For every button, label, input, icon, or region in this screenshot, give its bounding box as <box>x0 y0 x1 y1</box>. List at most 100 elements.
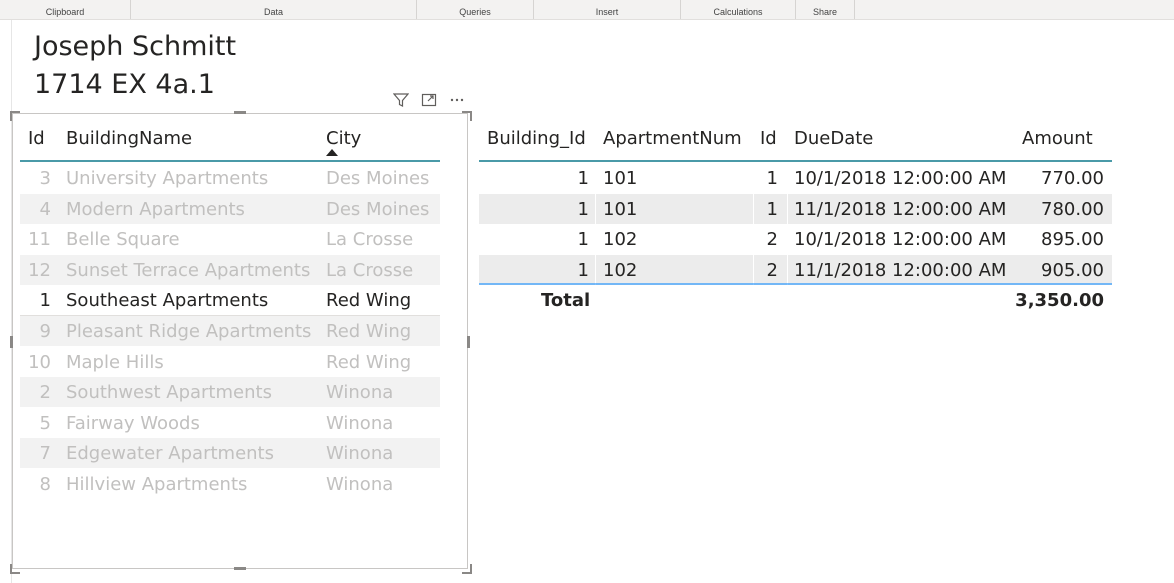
column-separator <box>595 193 596 224</box>
cell-building-name: Fairway Woods <box>66 412 200 434</box>
ribbon-group-share[interactable]: Share <box>796 0 855 19</box>
cell-city: Des Moines <box>326 168 430 189</box>
resize-handle-left[interactable] <box>10 336 13 348</box>
cell-id: 11 <box>28 229 51 251</box>
column-separator <box>787 254 788 285</box>
column-separator <box>753 163 754 193</box>
table-row[interactable]: 7 Edgewater Apartments Winona <box>20 438 440 469</box>
cell-id: 4 <box>39 198 51 220</box>
cell-id: 7 <box>39 443 51 465</box>
header-underline <box>20 160 440 162</box>
dues-table: Building_Id ApartmentNum Id DueDate Amou… <box>479 116 1112 336</box>
ribbon-group-labels: Clipboard Data Queries Insert Calculatio… <box>0 0 1174 20</box>
cell-due-date: 10/1/2018 12:00:00 AM <box>794 229 1007 250</box>
cell-building-name: Maple Hills <box>66 351 164 373</box>
cell-city: Winona <box>326 412 394 434</box>
filter-icon[interactable] <box>392 92 410 108</box>
total-label: Total <box>541 290 591 311</box>
table-row[interactable]: 1 102 2 10/1/2018 12:00:00 AM 895.00 <box>479 224 1112 254</box>
resize-handle-bottom-left[interactable] <box>10 564 20 574</box>
header-underline <box>479 160 1112 162</box>
cell-id: 5 <box>39 412 51 434</box>
table-row[interactable]: 5 Fairway Woods Winona <box>20 408 440 438</box>
column-separator <box>753 224 754 254</box>
table-row[interactable]: 10 Maple Hills Red Wing <box>20 347 440 377</box>
column-header-id[interactable]: Id <box>28 116 45 156</box>
cell-id: 10 <box>28 351 51 373</box>
cell-amount: 770.00 <box>1041 168 1104 189</box>
buildings-table: Id BuildingName City 3 University Apartme… <box>20 116 440 496</box>
resize-handle-top[interactable] <box>234 111 246 114</box>
report-title-exercise: 1714 EX 4a.1 <box>34 69 215 100</box>
cell-amount: 895.00 <box>1041 229 1104 250</box>
cell-city: Winona <box>326 443 394 465</box>
cell-building-id: 1 <box>577 229 589 250</box>
cell-amount: 905.00 <box>1041 259 1104 281</box>
resize-handle-right[interactable] <box>467 336 470 348</box>
cell-id: 3 <box>39 168 51 189</box>
ribbon-group-data[interactable]: Data <box>131 0 417 19</box>
cell-building-name: Modern Apartments <box>66 198 245 220</box>
ribbon-group-clipboard[interactable]: Clipboard <box>0 0 131 19</box>
column-separator <box>753 193 754 224</box>
table-row[interactable]: 4 Modern Apartments Des Moines <box>20 193 440 224</box>
cell-apartment-num: 101 <box>603 198 638 220</box>
cell-building-name: Sunset Terrace Apartments <box>66 259 311 281</box>
cell-due-date: 11/1/2018 12:00:00 AM <box>794 198 1007 220</box>
cell-apartment-num: 101 <box>603 168 638 189</box>
column-header-amount[interactable]: Amount <box>1022 116 1093 156</box>
report-title-name: Joseph Schmitt <box>34 31 237 62</box>
total-row: Total 3,350.00 <box>479 285 1112 315</box>
table-row[interactable]: 12 Sunset Terrace Apartments La Crosse <box>20 254 440 285</box>
cell-city: La Crosse <box>326 259 414 281</box>
cell-due-date: 10/1/2018 12:00:00 AM <box>794 168 1007 189</box>
table-row[interactable]: 2 Southwest Apartments Winona <box>20 377 440 408</box>
cell-id: 2 <box>766 259 778 281</box>
table-row[interactable]: 9 Pleasant Ridge Apartments Red Wing <box>20 316 440 346</box>
table-row[interactable]: 1 101 1 10/1/2018 12:00:00 AM 770.00 <box>479 163 1112 193</box>
column-header-buildingname[interactable]: BuildingName <box>66 116 192 156</box>
table-row[interactable]: 1 101 1 11/1/2018 12:00:00 AM 780.00 <box>479 193 1112 224</box>
cell-building-name: Belle Square <box>66 229 180 251</box>
table-row[interactable]: 8 Hillview Apartments Winona <box>20 469 440 499</box>
column-separator <box>787 224 788 254</box>
cell-amount: 780.00 <box>1041 198 1104 220</box>
cell-building-name: Southeast Apartments <box>66 290 269 312</box>
total-amount: 3,350.00 <box>1015 290 1104 311</box>
ribbon-group-insert[interactable]: Insert <box>534 0 681 19</box>
cell-city: La Crosse <box>326 229 414 251</box>
resize-handle-top-left[interactable] <box>10 111 20 121</box>
resize-handle-top-right[interactable] <box>462 111 472 121</box>
table-row[interactable]: 1 Southeast Apartments Red Wing <box>20 285 440 317</box>
column-separator <box>753 254 754 285</box>
focus-mode-icon[interactable] <box>420 92 438 108</box>
cell-building-id: 1 <box>577 198 589 220</box>
cell-apartment-num: 102 <box>603 229 638 250</box>
cell-building-name: Southwest Apartments <box>66 382 272 404</box>
ribbon-group-calculations[interactable]: Calculations <box>681 0 796 19</box>
cell-apartment-num: 102 <box>603 259 638 281</box>
table-row[interactable]: 3 University Apartments Des Moines <box>20 163 440 193</box>
table-row[interactable]: 11 Belle Square La Crosse <box>20 224 440 254</box>
resize-handle-bottom[interactable] <box>234 567 246 570</box>
cell-id: 1 <box>39 290 51 312</box>
cell-building-name: Edgewater Apartments <box>66 443 274 465</box>
cell-id: 1 <box>766 198 778 220</box>
cell-id: 8 <box>39 474 51 495</box>
ribbon-group-queries[interactable]: Queries <box>417 0 534 19</box>
cell-building-name: Hillview Apartments <box>66 474 248 495</box>
cell-id: 2 <box>766 229 778 250</box>
resize-handle-bottom-right[interactable] <box>462 564 472 574</box>
column-header-id[interactable]: Id <box>760 116 777 156</box>
cell-id: 1 <box>766 168 778 189</box>
column-separator <box>787 193 788 224</box>
column-header-duedate[interactable]: DueDate <box>794 116 873 156</box>
cell-building-name: University Apartments <box>66 168 269 189</box>
table-row[interactable]: 1 102 2 11/1/2018 12:00:00 AM 905.00 <box>479 254 1112 285</box>
column-header-building-id[interactable]: Building_Id <box>487 116 586 156</box>
column-separator <box>595 163 596 193</box>
more-options-icon[interactable] <box>448 92 466 108</box>
column-header-apartmentnum[interactable]: ApartmentNum <box>603 116 742 156</box>
cell-building-id: 1 <box>577 259 589 281</box>
cell-city: Des Moines <box>326 198 430 220</box>
